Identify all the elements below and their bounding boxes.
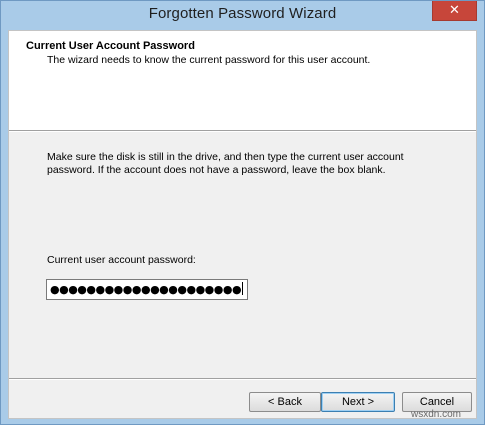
page-title: Current User Account Password [26,40,195,52]
text-caret [242,282,244,295]
back-button[interactable]: < Back [249,392,321,412]
password-input[interactable]: ●●●●●●●●●●●●●●●●●●●●● [46,279,248,300]
header-divider [9,130,476,132]
watermark: wsxdn.com [411,409,462,420]
footer-divider [9,378,476,380]
window-title: Forgotten Password Wizard [148,5,337,22]
password-label: Current user account password: [47,254,196,266]
wizard-window: Forgotten Password Wizard ✕ Current User… [0,0,485,425]
wizard-client-area: Current User Account Password The wizard… [8,30,477,419]
close-icon: ✕ [449,3,460,18]
password-mask: ●●●●●●●●●●●●●●●●●●●●● [50,283,242,296]
page-subtitle: The wizard needs to know the current pas… [47,54,371,66]
next-button[interactable]: Next > [321,392,395,412]
title-bar[interactable]: Forgotten Password Wizard ✕ [1,1,484,30]
wizard-header: Current User Account Password The wizard… [9,31,476,130]
close-button[interactable]: ✕ [432,1,477,21]
instructions-text: Make sure the disk is still in the drive… [47,151,404,176]
